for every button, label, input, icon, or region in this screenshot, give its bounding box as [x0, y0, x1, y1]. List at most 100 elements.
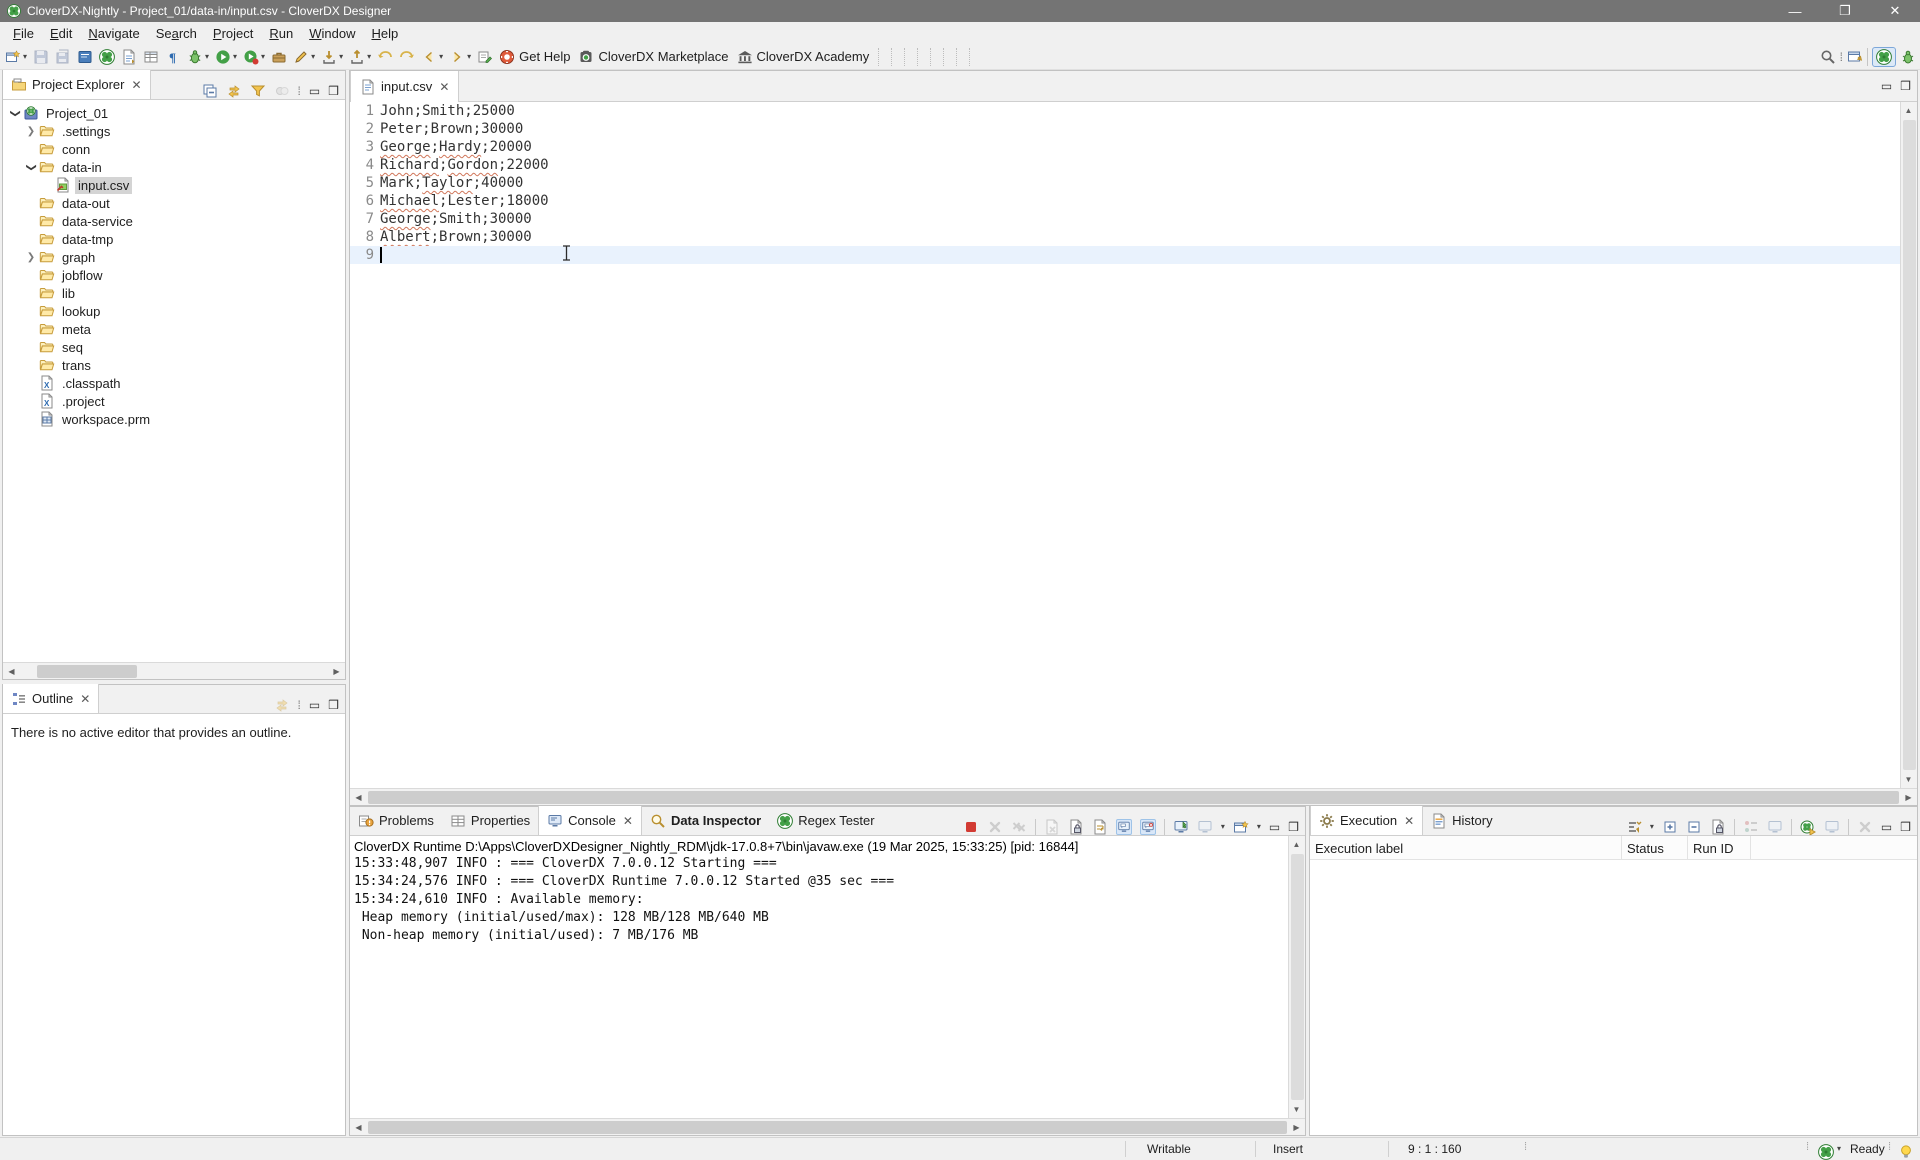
tab-history[interactable]: History — [1423, 806, 1500, 835]
tab-execution[interactable]: Execution✕ — [1310, 806, 1423, 835]
editor-hscrollbar[interactable]: ◀ ▶ — [350, 788, 1917, 805]
academy-button[interactable]: CloverDX Academy — [734, 46, 875, 68]
pin-console-icon[interactable] — [1173, 819, 1189, 835]
tab-data-inspector[interactable]: Data Inspector — [642, 806, 769, 835]
chevron-down-icon[interactable]: ▾ — [339, 53, 343, 61]
run-profile-button[interactable]: ▾ — [240, 46, 268, 68]
scroll-down-icon[interactable]: ▼ — [1900, 771, 1917, 788]
project-explorer-hscrollbar[interactable]: ◀ ▶ — [3, 662, 345, 679]
show-stderr-icon[interactable] — [1140, 819, 1156, 835]
code-line-2[interactable]: 2Peter;Brown;30000 — [350, 120, 1900, 138]
monitor-view-icon[interactable] — [1767, 819, 1783, 835]
minimize-view-icon[interactable]: ▭ — [309, 698, 320, 712]
menu-navigate[interactable]: Navigate — [80, 24, 147, 43]
column-header-status[interactable]: Status — [1622, 836, 1688, 860]
console-output[interactable]: CloverDX Runtime D:\Apps\CloverDXDesigne… — [350, 836, 1288, 1118]
filter-icon[interactable] — [250, 83, 266, 99]
tree-item-meta[interactable]: meta — [3, 320, 345, 338]
pencil-button[interactable]: ▾ — [290, 46, 318, 68]
code-line-6[interactable]: 6Michael;Lester;18000 — [350, 192, 1900, 210]
open-perspective-icon[interactable] — [1847, 49, 1863, 65]
undo-button[interactable] — [374, 46, 396, 68]
import-button[interactable]: ▾ — [318, 46, 346, 68]
tree-item-jobflow[interactable]: jobflow — [3, 266, 345, 284]
minimize-editor-icon[interactable]: ▭ — [1881, 79, 1892, 93]
link-icon[interactable] — [274, 697, 290, 713]
menu-help[interactable]: Help — [363, 24, 406, 43]
tab-problems[interactable]: Problems — [350, 806, 442, 835]
chevron-down-icon[interactable]: ▾ — [205, 53, 209, 61]
code-line-7[interactable]: 7George;Smith;30000 — [350, 210, 1900, 228]
menu-file[interactable]: File — [5, 24, 42, 43]
lightbulb-icon[interactable] — [1898, 1141, 1914, 1160]
tree-item-lookup[interactable]: lookup — [3, 302, 345, 320]
chevron-expanded-icon[interactable]: ❯ — [26, 159, 37, 175]
code-line-5[interactable]: 5Mark;Taylor;40000 — [350, 174, 1900, 192]
menu-run[interactable]: Run — [261, 24, 301, 43]
tree-item-data-in[interactable]: ❯data-in — [3, 158, 345, 176]
chevron-down-icon[interactable]: ▾ — [439, 53, 443, 61]
show-stdout-icon[interactable] — [1116, 819, 1132, 835]
column-header-run-id[interactable]: Run ID — [1688, 836, 1751, 860]
maximize-view-icon[interactable]: ❒ — [328, 84, 339, 98]
maximize-view-icon[interactable]: ❒ — [1900, 820, 1911, 834]
redo-button[interactable] — [396, 46, 418, 68]
refresh-doc-button[interactable] — [118, 46, 140, 68]
tab-properties[interactable]: Properties — [442, 806, 538, 835]
minimize-view-icon[interactable]: ▭ — [309, 84, 320, 98]
scroll-left-icon[interactable]: ◀ — [350, 1119, 367, 1136]
chevron-down-icon[interactable]: ▾ — [311, 53, 315, 61]
search-icon[interactable] — [1820, 49, 1836, 65]
tree-item--project[interactable]: X.project — [3, 392, 345, 410]
view-menu-icon[interactable]: ⁞ — [298, 698, 301, 712]
tree-item-data-tmp[interactable]: data-tmp — [3, 230, 345, 248]
remove-all-icon[interactable] — [1011, 819, 1027, 835]
maximize-view-icon[interactable]: ❒ — [328, 698, 339, 712]
link-with-editor-icon[interactable] — [226, 83, 242, 99]
chevron-down-icon[interactable]: ▾ — [1221, 823, 1225, 831]
vscroll-thumb[interactable] — [1903, 120, 1916, 770]
remove-run-icon[interactable] — [1857, 819, 1873, 835]
tree-view-icon[interactable] — [1743, 819, 1759, 835]
new-graph-button[interactable]: ▾ — [2, 46, 30, 68]
clover-perspective-button[interactable] — [1872, 47, 1896, 67]
restore-window-button[interactable]: ❐ — [1820, 0, 1870, 22]
chevron-down-icon[interactable]: ▾ — [367, 53, 371, 61]
code-line-8[interactable]: 8Albert;Brown;30000 — [350, 228, 1900, 246]
execution-table-body[interactable] — [1310, 860, 1917, 1135]
close-icon[interactable]: ✕ — [437, 80, 449, 94]
clear-console-icon[interactable] — [1044, 819, 1060, 835]
minimize-window-button[interactable]: — — [1770, 0, 1820, 22]
close-icon[interactable]: ✕ — [78, 692, 90, 706]
scroll-right-icon[interactable]: ▶ — [328, 663, 345, 680]
scroll-lock-icon[interactable] — [1068, 819, 1084, 835]
collapse-tree-icon[interactable] — [1686, 819, 1702, 835]
close-icon[interactable]: ✕ — [1402, 814, 1414, 828]
tree-item-lib[interactable]: lib — [3, 284, 345, 302]
chevron-down-icon[interactable]: ▾ — [467, 53, 471, 61]
close-icon[interactable]: ✕ — [621, 814, 633, 828]
scroll-left-icon[interactable]: ◀ — [350, 789, 367, 806]
menu-window[interactable]: Window — [301, 24, 363, 43]
stop-icon[interactable] — [963, 819, 979, 835]
scroll-up-icon[interactable]: ▲ — [1900, 102, 1917, 119]
chevron-down-icon[interactable]: ▾ — [1257, 823, 1261, 831]
tab-console[interactable]: Console✕ — [538, 806, 642, 835]
debug-button[interactable]: ▾ — [184, 46, 212, 68]
expand-all-icon[interactable] — [1662, 819, 1678, 835]
tab-input-csv[interactable]: input.csv ✕ — [350, 71, 459, 102]
chevron-down-icon[interactable]: ▾ — [1837, 1138, 1841, 1160]
exec-filter-icon[interactable] — [1626, 819, 1642, 835]
tree-item-trans[interactable]: trans — [3, 356, 345, 374]
focus-icon[interactable] — [274, 83, 290, 99]
collapse-all-icon[interactable] — [202, 83, 218, 99]
text-editor[interactable]: 1John;Smith;250002Peter;Brown;300003Geor… — [350, 102, 1900, 788]
back-button[interactable]: ▾ — [418, 46, 446, 68]
chevron-down-icon[interactable]: ▾ — [233, 53, 237, 61]
editor-vscrollbar[interactable]: ▲ ▼ — [1900, 102, 1917, 788]
menu-edit[interactable]: Edit — [42, 24, 80, 43]
chevron-down-icon[interactable]: ▾ — [261, 53, 265, 61]
vscroll-thumb[interactable] — [1291, 854, 1304, 1100]
close-window-button[interactable]: ✕ — [1870, 0, 1920, 22]
chevron-collapsed-icon[interactable]: ❯ — [23, 252, 39, 263]
